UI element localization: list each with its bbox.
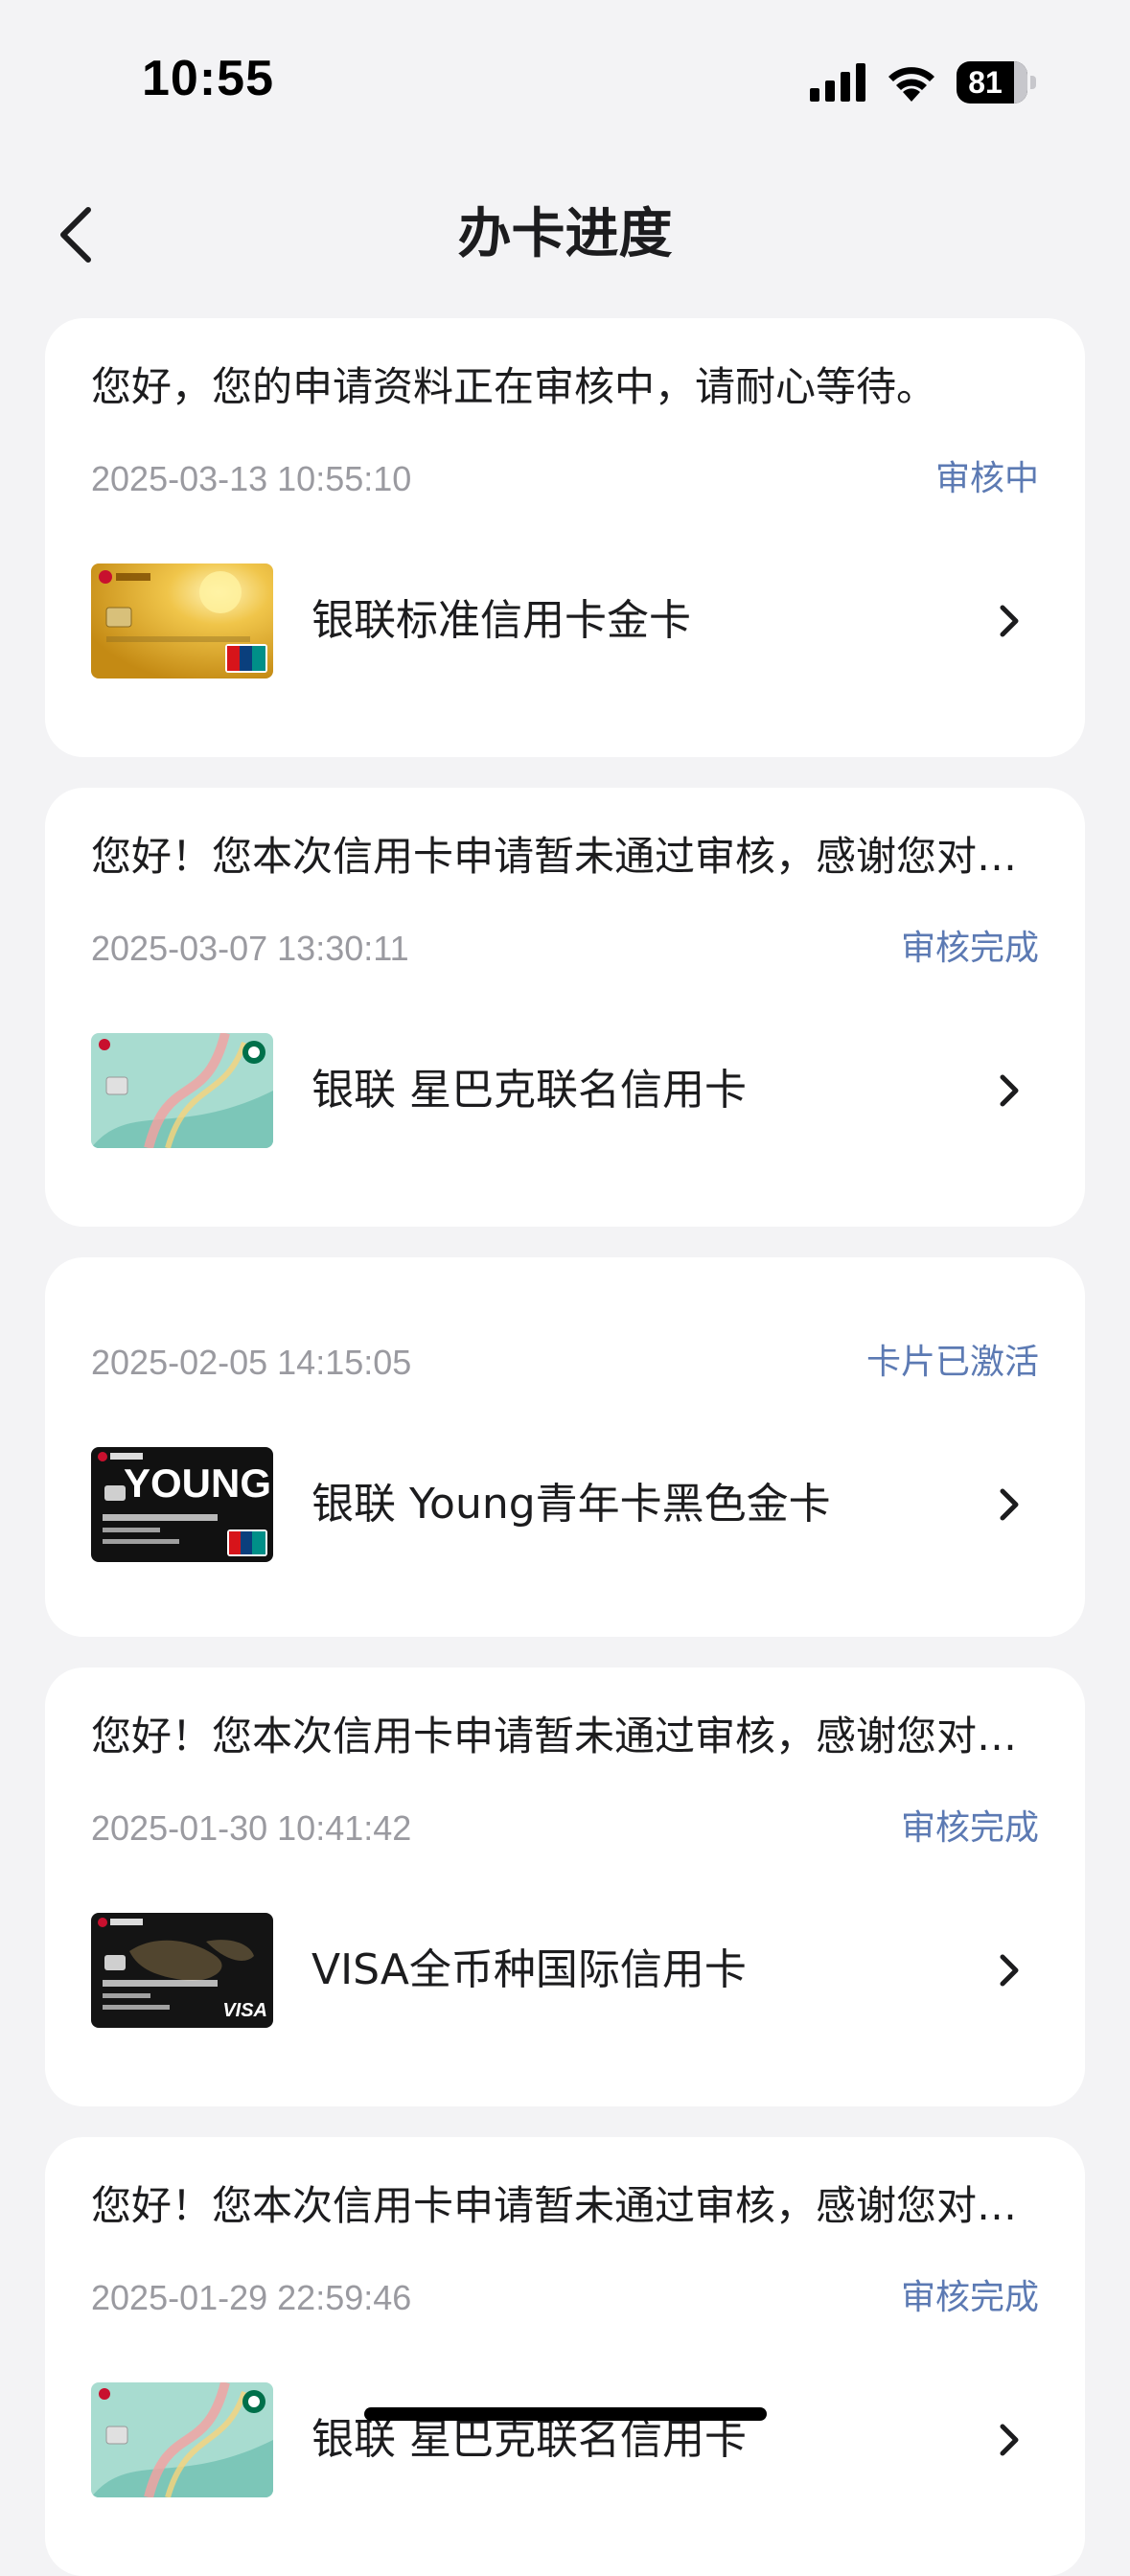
application-message: 您好！您本次信用卡申请暂未通过审核，感谢您对招商银行的支持。	[91, 833, 1040, 880]
application-message: 您好！您本次信用卡申请暂未通过审核，感谢您对招商银行的支持。	[91, 2182, 1040, 2229]
application-message: 您好，您的申请资料正在审核中，请耐心等待。	[91, 363, 937, 410]
young-card-image: YOUNG	[91, 1447, 273, 1562]
chevron-right-icon	[1000, 1488, 1019, 1521]
card-product-row[interactable]: 银联 星巴克联名信用卡	[91, 2382, 1040, 2497]
application-card[interactable]: 您好！您本次信用卡申请暂未通过审核，感谢您对招商银行的支持。 2025-03-0…	[45, 788, 1085, 1227]
card-name: 银联 Young青年卡黑色金卡	[311, 1480, 831, 1529]
application-date: 2025-03-13 10:55:10	[91, 459, 412, 498]
chevron-right-icon	[1000, 605, 1019, 637]
card-name: VISA全币种国际信用卡	[311, 1945, 747, 1994]
chevron-left-icon	[60, 207, 91, 263]
application-card[interactable]: 您好，您的申请资料正在审核中，请耐心等待。 2025-03-13 10:55:1…	[45, 318, 1085, 757]
card-name: 银联 星巴克联名信用卡	[311, 1066, 747, 1115]
battery-icon: 81	[957, 61, 1037, 104]
young-card-text: YOUNG	[124, 1460, 271, 1506]
chevron-right-icon	[1000, 1954, 1019, 1987]
application-card[interactable]: 2025-02-05 14:15:05 卡片已激活 YOUNG 银联 Young…	[45, 1257, 1085, 1637]
wifi-icon	[888, 67, 934, 102]
card-product-row[interactable]: YOUNG 银联 Young青年卡黑色金卡	[91, 1447, 1040, 1562]
application-date: 2025-01-30 10:41:42	[91, 1808, 412, 1848]
cellular-signal-icon	[810, 63, 865, 102]
application-status: 审核中	[934, 459, 1039, 498]
card-product-row[interactable]: 银联标准信用卡金卡	[91, 564, 1040, 678]
card-name: 银联 星巴克联名信用卡	[311, 2415, 747, 2464]
card-product-row[interactable]: VISA VISA全币种国际信用卡	[91, 1913, 1040, 2028]
application-date: 2025-02-05 14:15:05	[91, 1343, 412, 1382]
application-status: 卡片已激活	[865, 1343, 1039, 1382]
card-name: 银联标准信用卡金卡	[311, 596, 691, 645]
starbucks-card-image	[91, 1033, 273, 1148]
status-time: 10:55	[142, 51, 274, 106]
battery-percent: 81	[968, 65, 1003, 100]
home-indicator[interactable]	[364, 2407, 767, 2421]
starbucks-card-image	[91, 2382, 273, 2497]
application-status: 审核完成	[900, 1808, 1039, 1848]
visa-card-text: VISA	[222, 2000, 267, 2021]
back-button[interactable]	[38, 192, 125, 278]
chevron-right-icon	[1000, 1074, 1019, 1107]
application-status: 审核完成	[900, 2278, 1039, 2317]
card-product-row[interactable]: 银联 星巴克联名信用卡	[91, 1033, 1040, 1148]
application-card[interactable]: 您好！您本次信用卡申请暂未通过审核，感谢您对招商银行的支持。 2025-01-2…	[45, 2137, 1085, 2576]
application-date: 2025-03-07 13:30:11	[91, 929, 409, 968]
application-status: 审核完成	[900, 929, 1039, 968]
status-bar: 10:55 81	[0, 0, 1130, 144]
page-title: 办卡进度	[457, 203, 673, 265]
visa-card-image: VISA	[91, 1913, 273, 2028]
application-date: 2025-01-29 22:59:46	[91, 2278, 412, 2317]
application-card[interactable]: 您好！您本次信用卡申请暂未通过审核，感谢您对招商银行的支持。 2025-01-3…	[45, 1668, 1085, 2106]
nav-bar: 办卡进度	[0, 182, 1130, 288]
chevron-right-icon	[1000, 2424, 1019, 2456]
application-message: 您好！您本次信用卡申请暂未通过审核，感谢您对招商银行的支持。	[91, 1713, 1040, 1760]
gold-card-image	[91, 564, 273, 678]
